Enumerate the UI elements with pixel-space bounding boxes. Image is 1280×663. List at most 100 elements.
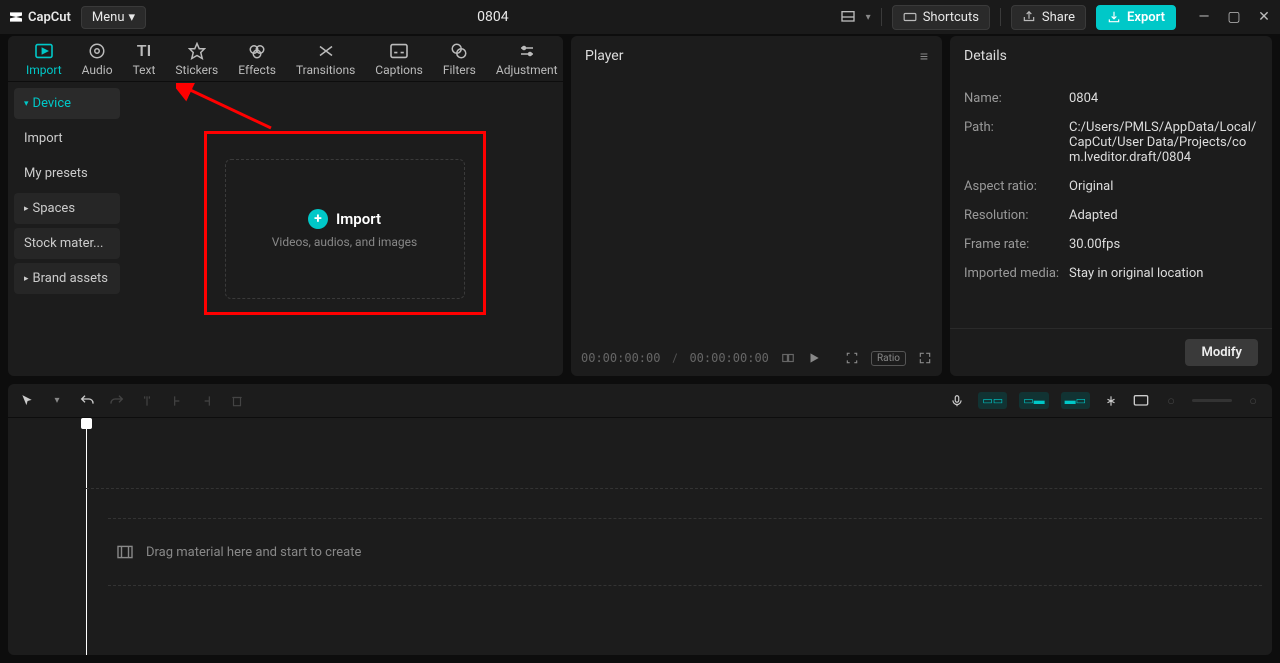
tab-import[interactable]: Import xyxy=(16,37,72,81)
layout-icon[interactable] xyxy=(840,9,856,25)
timeline-tracks[interactable]: Drag material here and start to create xyxy=(8,418,1272,655)
fullscreen-icon[interactable] xyxy=(918,351,932,365)
tab-label: Stickers xyxy=(175,63,218,77)
detail-value: 30.00fps xyxy=(1069,237,1258,252)
pointer-icon[interactable] xyxy=(18,392,36,410)
titlebar-right: ▾ Shortcuts Share Export — ▢ ✕ xyxy=(840,5,1272,30)
tab-effects[interactable]: Effects xyxy=(228,37,286,81)
tab-transitions[interactable]: Transitions xyxy=(286,37,365,81)
sidebar-item-label: Stock mater... xyxy=(24,236,103,251)
details-title: Details xyxy=(964,48,1007,64)
annotation-arrow xyxy=(176,83,276,133)
export-button[interactable]: Export xyxy=(1096,5,1176,30)
mic-icon[interactable] xyxy=(948,392,966,410)
sidebar-item-stock[interactable]: Stock mater... xyxy=(14,228,120,259)
player-controls: 00:00:00:00 / 00:00:00:00 Ratio xyxy=(571,340,942,376)
zoom-out-icon[interactable]: ○ xyxy=(1162,392,1180,410)
keyboard-icon xyxy=(903,10,917,24)
captions-icon xyxy=(389,41,409,61)
timeline-toolbar: ▾ ▭▭ ▭▬ ▬▭ ○ ○ xyxy=(8,384,1272,418)
player-preview[interactable] xyxy=(571,76,942,340)
redo-icon[interactable] xyxy=(108,392,126,410)
export-icon xyxy=(1107,10,1121,24)
time-current: 00:00:00:00 xyxy=(581,351,660,365)
zoom-in-icon[interactable]: ○ xyxy=(1244,392,1262,410)
playhead[interactable] xyxy=(86,418,87,655)
compare-icon[interactable] xyxy=(781,351,795,365)
export-label: Export xyxy=(1127,10,1165,25)
tab-label: Transitions xyxy=(296,63,355,77)
details-panel: Details Name:0804 Path:C:/Users/PMLS/App… xyxy=(950,36,1272,376)
shortcuts-label: Shortcuts xyxy=(923,10,979,25)
sidebar-item-device[interactable]: ▾Device xyxy=(14,88,120,119)
delete-icon[interactable] xyxy=(228,392,246,410)
zoom-slider[interactable] xyxy=(1192,399,1232,402)
detail-value: Stay in original location xyxy=(1069,266,1258,281)
detail-key: Path: xyxy=(964,120,1069,165)
media-sidebar: ▾Device Import My presets ▸Spaces Stock … xyxy=(8,82,126,376)
effects-icon xyxy=(247,41,267,61)
split-icon[interactable] xyxy=(138,392,156,410)
filters-icon xyxy=(449,41,469,61)
trim-left-icon[interactable] xyxy=(168,392,186,410)
share-icon xyxy=(1022,10,1036,24)
tab-filters[interactable]: Filters xyxy=(433,37,486,81)
sidebar-item-import[interactable]: Import xyxy=(14,123,120,154)
chevron-down-icon[interactable]: ▾ xyxy=(48,392,66,410)
shortcuts-button[interactable]: Shortcuts xyxy=(892,5,990,30)
sidebar-item-spaces[interactable]: ▸Spaces xyxy=(14,193,120,224)
share-label: Share xyxy=(1042,10,1075,25)
modify-button[interactable]: Modify xyxy=(1185,339,1258,366)
import-dropzone[interactable]: + Import Videos, audios, and images xyxy=(225,159,465,299)
detail-value: 0804 xyxy=(1069,91,1258,106)
tab-label: Audio xyxy=(82,63,113,77)
detail-value: Adapted xyxy=(1069,208,1258,223)
sidebar-item-label: Import xyxy=(24,131,63,146)
sidebar-item-brand[interactable]: ▸Brand assets xyxy=(14,263,120,294)
tab-stickers[interactable]: Stickers xyxy=(165,37,228,81)
hamburger-icon[interactable]: ≡ xyxy=(920,48,928,65)
play-icon[interactable] xyxy=(807,351,821,365)
detail-key: Resolution: xyxy=(964,208,1069,223)
chevron-down-icon: ▾ xyxy=(129,10,136,25)
track-toggle-2[interactable]: ▭▬ xyxy=(1019,392,1048,409)
tab-text[interactable]: TI Text xyxy=(123,37,166,81)
minimize-icon[interactable]: — xyxy=(1196,9,1212,25)
tab-label: Filters xyxy=(443,63,476,77)
track-toggle-1[interactable]: ▭▭ xyxy=(978,392,1007,409)
sidebar-item-label: Brand assets xyxy=(33,271,108,286)
tab-audio[interactable]: Audio xyxy=(72,37,123,81)
menu-button[interactable]: Menu ▾ xyxy=(81,6,146,29)
tab-label: Adjustment xyxy=(496,63,558,77)
scan-icon[interactable] xyxy=(845,351,859,365)
undo-icon[interactable] xyxy=(78,392,96,410)
ratio-button[interactable]: Ratio xyxy=(871,351,906,366)
import-title: Import xyxy=(336,210,381,228)
app-name: CapCut xyxy=(28,10,71,25)
player-title: Player xyxy=(585,48,623,64)
tab-label: Import xyxy=(26,63,62,77)
sidebar-item-presets[interactable]: My presets xyxy=(14,158,120,189)
track-toggle-3[interactable]: ▬▭ xyxy=(1061,392,1090,409)
align-icon[interactable] xyxy=(1102,392,1120,410)
tab-label: Text xyxy=(133,63,156,77)
share-button[interactable]: Share xyxy=(1011,5,1086,30)
app-logo: CapCut xyxy=(8,9,71,25)
import-icon xyxy=(34,41,54,61)
plus-icon: + xyxy=(308,209,328,229)
project-title: 0804 xyxy=(156,9,830,25)
close-icon[interactable]: ✕ xyxy=(1256,9,1272,25)
tab-adjustment[interactable]: Adjustment xyxy=(486,37,563,81)
detail-key: Frame rate: xyxy=(964,237,1069,252)
media-tab-strip: Import Audio TI Text Stickers Effects Tr… xyxy=(8,36,563,82)
maximize-icon[interactable]: ▢ xyxy=(1226,9,1242,25)
preview-icon[interactable] xyxy=(1132,392,1150,410)
adjustment-icon xyxy=(517,41,537,61)
tab-captions[interactable]: Captions xyxy=(365,37,433,81)
titlebar: CapCut Menu ▾ 0804 ▾ Shortcuts Share Exp… xyxy=(0,0,1280,34)
timeline-panel: ▾ ▭▭ ▭▬ ▬▭ ○ ○ Drag material here and st… xyxy=(8,384,1272,655)
sidebar-item-label: Spaces xyxy=(33,201,76,216)
chevron-down-icon[interactable]: ▾ xyxy=(866,12,871,23)
detail-value: Original xyxy=(1069,179,1258,194)
trim-right-icon[interactable] xyxy=(198,392,216,410)
